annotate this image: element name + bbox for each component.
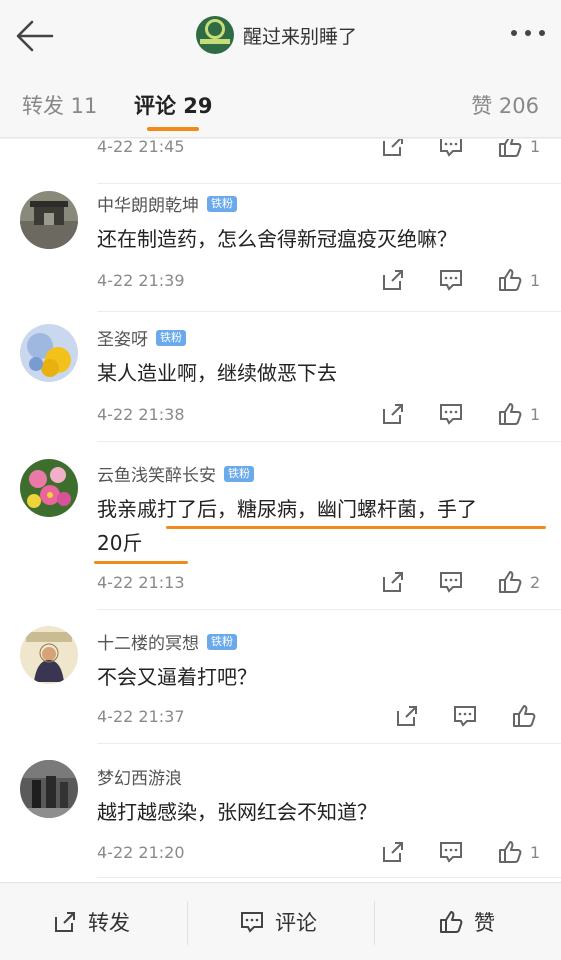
- comment-item: 中华朗朗乾坤 铁粉 还在制造药，怎么舍得新冠瘟疫灭绝嘛？ 4-22 21:39 …: [0, 183, 561, 317]
- comment-text-line: 20斤: [97, 531, 143, 555]
- share-icon[interactable]: [380, 839, 406, 865]
- username-text: 梦幻西游浪: [97, 769, 182, 789]
- footer-comment-button[interactable]: 评论: [239, 883, 317, 960]
- username[interactable]: 十二楼的冥想 铁粉: [97, 629, 237, 654]
- like-count: 2: [530, 573, 541, 592]
- like-icon: [440, 911, 463, 933]
- username-text: 云鱼浅笑醉长安: [97, 466, 216, 486]
- fan-badge: 铁粉: [207, 195, 237, 212]
- tab-bar: 转发 11 评论 29 赞 206: [0, 72, 561, 138]
- top-bar: 醒过来别睡了: [0, 0, 561, 72]
- comment-list[interactable]: 4-22 21:45 1 中华朗朗乾坤 铁粉 还在制造药，怎么舍得新冠瘟疫灭绝嘛…: [0, 139, 561, 882]
- tab-repost[interactable]: 转发 11: [22, 90, 97, 120]
- fan-badge: 铁粉: [207, 633, 237, 650]
- comment-time: 4-22 21:20: [97, 843, 185, 862]
- footer-like-label: 赞: [474, 911, 495, 935]
- username[interactable]: 云鱼浅笑醉长安 铁粉: [97, 461, 254, 486]
- username-text: 中华朗朗乾坤: [97, 196, 199, 216]
- arrow-left-icon[interactable]: [14, 16, 56, 56]
- highlight-underline: [94, 561, 188, 564]
- like-icon[interactable]: [497, 401, 523, 427]
- like-icon[interactable]: [511, 703, 537, 729]
- avatar[interactable]: [20, 191, 78, 249]
- share-icon[interactable]: [380, 401, 406, 427]
- comment-text: 越打越感染，张网红会不知道？: [97, 800, 377, 824]
- avatar[interactable]: [20, 626, 78, 684]
- page-title: 醒过来别睡了: [243, 25, 358, 48]
- footer-repost-button[interactable]: 转发: [52, 883, 130, 960]
- comment-icon[interactable]: [438, 139, 464, 159]
- avatar[interactable]: [20, 760, 78, 818]
- like-count: 1: [530, 405, 541, 424]
- like-count: 1: [530, 271, 541, 290]
- username[interactable]: 梦幻西游浪: [97, 764, 182, 789]
- avatar[interactable]: [20, 324, 78, 382]
- comment-time: 4-22 21:38: [97, 405, 185, 424]
- comment-text: 不会又逼着打吧？: [97, 665, 257, 689]
- footer-comment-label: 评论: [275, 911, 317, 935]
- username[interactable]: 中华朗朗乾坤 铁粉: [97, 191, 237, 216]
- like-icon[interactable]: [497, 267, 523, 293]
- share-icon[interactable]: [394, 703, 420, 729]
- more-dots-icon[interactable]: [511, 30, 545, 36]
- like-icon[interactable]: [497, 569, 523, 595]
- comment-item: 梦幻西游浪 越打越感染，张网红会不知道？ 4-22 21:20 1: [0, 743, 561, 882]
- active-tab-indicator: [147, 127, 199, 131]
- like-count: 1: [530, 843, 541, 862]
- share-icon[interactable]: [380, 267, 406, 293]
- comment-icon[interactable]: [452, 703, 478, 729]
- comment-item: 十二楼的冥想 铁粉 不会又逼着打吧？ 4-22 21:37: [0, 609, 561, 743]
- tab-comments[interactable]: 评论 29: [134, 90, 213, 120]
- comment-item: 云鱼浅笑醉长安 铁粉 我亲戚打了后，糖尿病，幽门螺杆菌，手了 20斤 4-22 …: [0, 441, 561, 609]
- share-icon[interactable]: [380, 569, 406, 595]
- footer-repost-label: 转发: [88, 911, 130, 935]
- comment-text: 某人造业啊，继续做恶下去: [97, 361, 337, 385]
- username-text: 圣姿呀: [97, 330, 148, 350]
- footer-like-button[interactable]: 赞: [438, 883, 495, 960]
- comment-text: 还在制造药，怎么舍得新冠瘟疫灭绝嘛？: [97, 227, 457, 251]
- comment-icon[interactable]: [438, 839, 464, 865]
- comment-item: 4-22 21:45 1: [0, 139, 561, 183]
- username-text: 十二楼的冥想: [97, 634, 199, 654]
- like-icon[interactable]: [497, 839, 523, 865]
- like-count: 1: [530, 139, 541, 156]
- avatar[interactable]: [20, 459, 78, 517]
- comment-time: 4-22 21:39: [97, 271, 185, 290]
- comment-time: 4-22 21:13: [97, 573, 185, 592]
- header-title[interactable]: 醒过来别睡了: [196, 14, 357, 56]
- bottom-action-bar: 转发 评论 赞: [0, 882, 561, 960]
- comment-icon: [241, 912, 263, 933]
- comment-item: 圣姿呀 铁粉 某人造业啊，继续做恶下去 4-22 21:38 1: [0, 311, 561, 445]
- tab-likes[interactable]: 赞 206: [471, 90, 539, 120]
- fan-badge: 铁粉: [224, 465, 254, 482]
- share-icon: [55, 912, 75, 932]
- comment-time: 4-22 21:37: [97, 707, 185, 726]
- comment-icon[interactable]: [438, 569, 464, 595]
- username[interactable]: 圣姿呀 铁粉: [97, 325, 186, 350]
- share-icon[interactable]: [380, 139, 406, 159]
- comment-icon[interactable]: [438, 401, 464, 427]
- header-avatar: [196, 16, 234, 54]
- like-icon[interactable]: [497, 139, 523, 159]
- fan-badge: 铁粉: [156, 329, 186, 346]
- comment-time: 4-22 21:45: [97, 139, 185, 156]
- highlight-underline: [166, 526, 546, 529]
- comment-text-line: 我亲戚打了后，糖尿病，幽门螺杆菌，手了: [97, 497, 477, 521]
- comment-icon[interactable]: [438, 267, 464, 293]
